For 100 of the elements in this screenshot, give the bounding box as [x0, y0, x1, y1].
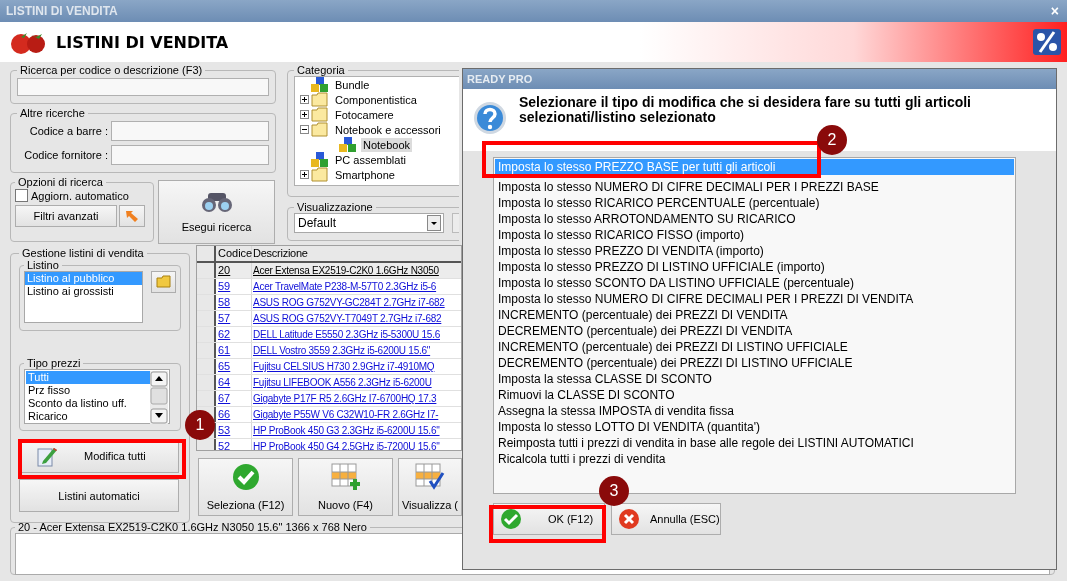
tree-item[interactable]: Fotocamere: [333, 107, 396, 122]
list-item[interactable]: DECREMENTO (percentuale) dei PREZZI DI VENDITA: [495, 323, 1014, 339]
folder-icon: [311, 92, 329, 107]
cubes-icon: [339, 136, 357, 153]
scrollbar[interactable]: [150, 371, 168, 424]
expand-icon[interactable]: [300, 110, 309, 119]
table-cell[interactable]: 58: [216, 295, 252, 310]
table-cell[interactable]: ASUS ROG G752VY-GC284T 2.7GHz i7-682: [252, 295, 461, 310]
dialog-title: READY PRO: [467, 73, 533, 85]
question-icon: [473, 101, 507, 135]
folder-icon: [311, 122, 329, 137]
grid-check-icon: [415, 463, 445, 491]
table-cell[interactable]: DELL Latitude E5550 2.3GHz i5-5300U 15.6: [252, 327, 461, 342]
page-title: LISTINI DI VENDITA: [56, 32, 230, 52]
list-item[interactable]: Imposta lo stesso RICARICO FISSO (importo): [495, 227, 1014, 243]
expand-icon[interactable]: [300, 95, 309, 104]
table-cell[interactable]: HP ProBook 450 G4 2.5GHz i5-7200U 15.6": [252, 439, 461, 450]
table-cell[interactable]: 52: [216, 439, 252, 450]
tree-item[interactable]: Componentistica: [333, 92, 419, 107]
list-item[interactable]: Rimuovi la CLASSE DI SCONTO: [495, 387, 1014, 403]
group-label: 20 - Acer Extensa EX2519-C2K0 1.6GHz N3050 15.6" 1366 x 768 Nero: [17, 521, 368, 533]
table-cell[interactable]: 61: [216, 343, 252, 358]
folder-icon: [311, 167, 329, 182]
table-cell[interactable]: 66: [216, 407, 252, 422]
folder-icon: [155, 275, 172, 289]
binoculars-icon: [199, 191, 234, 213]
table-cell[interactable]: 65: [216, 359, 252, 374]
field-label: Codice a barre :: [29, 125, 108, 137]
table-cell[interactable]: Gigabyte P55W V6 C32W10-FR 2.6GHz I7-: [252, 407, 461, 422]
list-item[interactable]: Imposta lo stesso RICARICO PERCENTUALE (percentuale): [495, 195, 1014, 211]
checkbox-label: Aggiorn. automatico: [31, 189, 129, 202]
list-item[interactable]: Imposta lo stesso PREZZO DI LISTINO UFFICIALE (importo): [495, 259, 1014, 275]
action-button[interactable]: Visualizza (: [398, 458, 462, 516]
list-item[interactable]: Imposta lo stesso LOTTO DI VENDITA (quantita'): [495, 419, 1014, 435]
group-label: Listino: [26, 259, 60, 271]
list-item[interactable]: Sconto da listino uff.: [26, 397, 150, 410]
action-button[interactable]: Nuovo (F4): [298, 458, 393, 516]
group-label: Tipo prezzi: [26, 357, 82, 369]
list-item[interactable]: Ricalcola tutti i prezzi di vendita: [495, 451, 1014, 467]
table-cell[interactable]: 57: [216, 311, 252, 326]
list-item[interactable]: Imposta lo stesso SCONTO DA LISTINO UFFICIALE (percentuale): [495, 275, 1014, 291]
list-item[interactable]: INCREMENTO (percentuale) dei PREZZI DI LISTINO UFFICIALE: [495, 339, 1014, 355]
table-cell[interactable]: 64: [216, 375, 252, 390]
search-button[interactable]: Esegui ricerca: [158, 180, 275, 244]
group-label: Categoria: [296, 64, 346, 76]
group-label: Opzioni di ricerca: [17, 176, 104, 188]
list-item[interactable]: Prz fisso: [26, 384, 150, 397]
automatic-lists-button[interactable]: Listini automatici: [19, 479, 179, 512]
table-cell[interactable]: Fujitsu LIFEBOOK A556 2.3GHz i5-6200U: [252, 375, 461, 390]
check-icon: [231, 463, 260, 491]
expand-icon[interactable]: [300, 170, 309, 179]
table-cell[interactable]: 62: [216, 327, 252, 342]
arrow-button[interactable]: [119, 205, 145, 227]
tree-item[interactable]: Smartphone: [333, 167, 397, 182]
check-icon: [500, 508, 522, 530]
table-cell[interactable]: DELL Vostro 3559 2.3GHz i5-6200U 15.6": [252, 343, 461, 358]
table-cell[interactable]: ASUS ROG G752VY-T7049T 2.7GHz i7-682: [252, 311, 461, 326]
checkbox[interactable]: [15, 189, 28, 202]
input-field[interactable]: [111, 121, 269, 141]
dialog-button[interactable]: Annulla (ESC): [611, 503, 721, 535]
tree-item[interactable]: PC assemblati: [333, 152, 408, 167]
cubes-icon: [311, 77, 329, 93]
list-item[interactable]: Ricarico: [26, 410, 150, 423]
list-item[interactable]: Listino ai grossisti: [25, 285, 142, 298]
action-button[interactable]: Seleziona (F12): [198, 458, 293, 516]
group-label: Visualizzazione: [296, 201, 374, 213]
tree-item[interactable]: Notebook: [361, 137, 413, 152]
table-cell[interactable]: 59: [216, 279, 252, 294]
list-item[interactable]: Assegna la stessa IMPOSTA di vendita fissa: [495, 403, 1014, 419]
table-cell[interactable]: Acer Extensa EX2519-C2K0 1.6GHz N3050: [252, 263, 461, 278]
group-label: Gestione listini di vendita: [21, 247, 145, 259]
tree-item[interactable]: Notebook e accessori: [333, 122, 443, 137]
list-item[interactable]: INCREMENTO (percentuale) dei PREZZI DI VENDITA: [495, 307, 1014, 323]
list-item[interactable]: Imposta lo stesso PREZZO DI VENDITA (importo): [495, 243, 1014, 259]
input-field[interactable]: [111, 145, 269, 165]
collapse-icon[interactable]: [300, 125, 309, 134]
tree-item[interactable]: Bundle: [333, 77, 372, 92]
edit-document-icon: [36, 445, 58, 467]
window-title: LISTINI DI VENDITA: [6, 4, 118, 18]
list-item[interactable]: Imposta la stessa CLASSE DI SCONTO: [495, 371, 1014, 387]
view-dropdown[interactable]: Default: [294, 213, 444, 233]
table-cell[interactable]: 67: [216, 391, 252, 406]
list-item[interactable]: Imposta lo stesso NUMERO DI CIFRE DECIMALI PER I PREZZI DI VENDITA: [495, 291, 1014, 307]
arrow-icon: [124, 208, 140, 224]
table-cell[interactable]: Acer TravelMate P238-M-57T0 2.3GHz i5-6: [252, 279, 461, 294]
column-header[interactable]: Codice: [216, 246, 252, 261]
list-item[interactable]: Reimposta tutti i prezzi di vendita in base alle regole dei LISTINI AUTOMATICI: [495, 435, 1014, 451]
cancel-icon: [618, 508, 640, 530]
advanced-filters-button[interactable]: Filtri avanzati: [15, 205, 117, 227]
list-item[interactable]: DECREMENTO (percentuale) dei PREZZI DI LISTINO UFFICIALE: [495, 355, 1014, 371]
list-item[interactable]: Imposta lo stesso ARROTONDAMENTO SU RICARICO: [495, 211, 1014, 227]
cubes-icon: [311, 151, 329, 168]
group-label: Ricerca per codice o descrizione (F3): [19, 64, 204, 76]
search-field[interactable]: [17, 78, 269, 96]
table-cell[interactable]: 20: [216, 263, 252, 278]
table-cell[interactable]: 53: [216, 423, 252, 438]
table-cell[interactable]: Gigabyte P17F R5 2.6GHz I7-6700HQ 17.3: [252, 391, 461, 406]
table-cell[interactable]: HP ProBook 450 G3 2.3GHz i5-6200U 15.6": [252, 423, 461, 438]
table-cell[interactable]: Fujitsu CELSIUS H730 2.9GHz i7-4910MQ: [252, 359, 461, 374]
list-item[interactable]: Imposta lo stesso NUMERO DI CIFRE DECIMALI PER I PREZZI BASE: [495, 179, 1014, 195]
